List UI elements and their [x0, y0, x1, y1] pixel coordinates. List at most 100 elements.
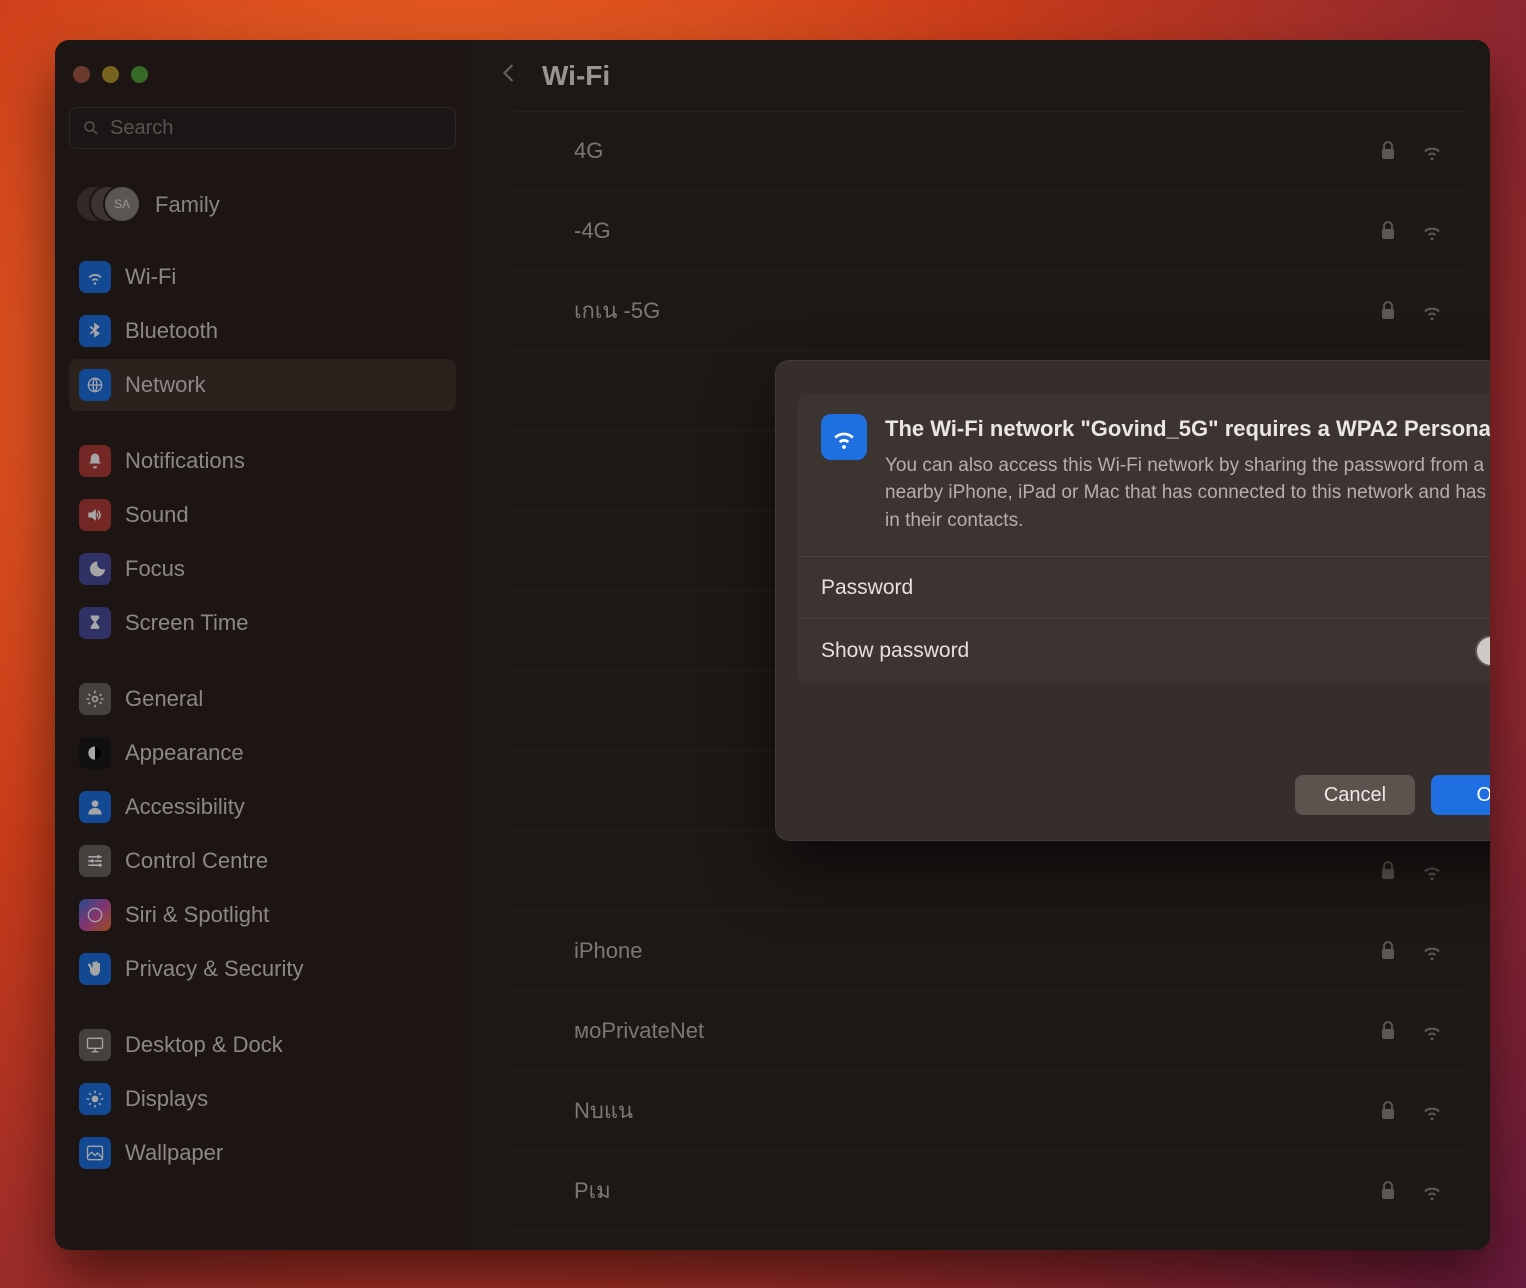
wifi-signal-icon — [1420, 1019, 1444, 1043]
globe-icon — [79, 369, 111, 401]
network-row[interactable]: Nบแน — [514, 1071, 1466, 1151]
wifi-signal-icon — [1420, 1099, 1444, 1123]
sidebar-item-accessibility[interactable]: Accessibility — [69, 781, 456, 833]
sidebar: SA Family Wi-Fi Bluetooth Network Notificat… — [55, 40, 470, 1250]
sidebar-item-label: Screen Time — [125, 610, 249, 636]
wifi-icon — [79, 261, 111, 293]
contrast-icon — [79, 737, 111, 769]
bell-icon — [79, 445, 111, 477]
show-password-toggle[interactable] — [1475, 635, 1490, 667]
network-row[interactable]: -4G — [514, 191, 1466, 271]
back-button[interactable] — [494, 58, 524, 93]
lock-icon — [1376, 1099, 1400, 1123]
hourglass-icon — [79, 607, 111, 639]
wifi-signal-icon — [1420, 219, 1444, 243]
network-row[interactable]: мoPrivateNet — [514, 991, 1466, 1071]
network-name: 4G — [574, 138, 1356, 164]
password-input[interactable] — [981, 576, 1490, 600]
window-controls — [69, 60, 456, 107]
brightness-icon — [79, 1083, 111, 1115]
search-input[interactable] — [110, 117, 443, 140]
sidebar-item-label: Sound — [125, 502, 189, 528]
wifi-signal-icon — [1420, 939, 1444, 963]
sidebar-item-desktop-dock[interactable]: Desktop & Dock — [69, 1019, 456, 1071]
sidebar-item-general[interactable]: General — [69, 673, 456, 725]
lock-icon — [1376, 139, 1400, 163]
show-password-label: Show password — [821, 639, 969, 663]
ok-button[interactable]: OK — [1431, 775, 1490, 815]
network-row[interactable]: เกเน -5G — [514, 271, 1466, 351]
sidebar-item-focus[interactable]: Focus — [69, 543, 456, 595]
dialog-body: You can also access this Wi-Fi network b… — [885, 452, 1490, 535]
sidebar-item-notifications[interactable]: Notifications — [69, 435, 456, 487]
sidebar-item-label: General — [125, 686, 203, 712]
sidebar-item-label: Appearance — [125, 740, 244, 766]
person-icon — [79, 791, 111, 823]
sidebar-item-label: Notifications — [125, 448, 245, 474]
gear-icon — [79, 683, 111, 715]
network-name: เกเน -5G — [574, 293, 1356, 328]
network-row[interactable]: 4G — [514, 111, 1466, 191]
search-icon — [82, 119, 100, 137]
main-panel: Wi-Fi 4G -4G เกเน -5G iPhone мoPrivateNet Nบแ… — [470, 40, 1490, 1250]
lock-icon — [1376, 219, 1400, 243]
avatar-stack: SA — [75, 185, 139, 225]
system-settings-window: SA Family Wi-Fi Bluetooth Network Notificat… — [55, 40, 1490, 1250]
sidebar-item-bluetooth[interactable]: Bluetooth — [69, 305, 456, 357]
sidebar-item-network[interactable]: Network — [69, 359, 456, 411]
sidebar-item-siri-spotlight[interactable]: Siri & Spotlight — [69, 889, 456, 941]
lock-icon — [1376, 299, 1400, 323]
sidebar-item-label: Siri & Spotlight — [125, 902, 269, 928]
wifi-signal-icon — [1420, 299, 1444, 323]
sidebar-item-label: Wi-Fi — [125, 264, 176, 290]
sidebar-item-wi-fi[interactable]: Wi-Fi — [69, 251, 456, 303]
show-password-row: Show password — [797, 618, 1490, 683]
sidebar-item-label: Desktop & Dock — [125, 1032, 283, 1058]
network-row[interactable] — [514, 831, 1466, 911]
siri-icon — [79, 899, 111, 931]
main-header: Wi-Fi — [470, 40, 1490, 103]
sidebar-item-label: Bluetooth — [125, 318, 218, 344]
sidebar-item-privacy-security[interactable]: Privacy & Security — [69, 943, 456, 995]
password-row[interactable]: Password — [797, 556, 1490, 618]
bluetooth-icon — [79, 315, 111, 347]
network-name: Nบแน — [574, 1093, 1356, 1128]
cancel-button[interactable]: Cancel — [1295, 775, 1415, 815]
wifi-icon — [821, 414, 867, 460]
sidebar-item-label: Wallpaper — [125, 1140, 223, 1166]
zoom-window[interactable] — [131, 66, 148, 83]
sidebar-item-control-centre[interactable]: Control Centre — [69, 835, 456, 887]
dialog-title: The Wi-Fi network "Govind_5G" requires a… — [885, 414, 1490, 444]
avatar: SA — [103, 185, 141, 223]
wifi-signal-icon — [1420, 1179, 1444, 1203]
lock-icon — [1376, 1019, 1400, 1043]
network-name: мoPrivateNet — [574, 1018, 1356, 1044]
search-field[interactable] — [69, 107, 456, 149]
sidebar-item-label: Displays — [125, 1086, 208, 1112]
network-row[interactable]: Pเม — [514, 1151, 1466, 1231]
sidebar-item-label: Focus — [125, 556, 185, 582]
lock-icon — [1376, 1179, 1400, 1203]
sidebar-item-appearance[interactable]: Appearance — [69, 727, 456, 779]
moon-icon — [79, 553, 111, 585]
sidebar-item-sound[interactable]: Sound — [69, 489, 456, 541]
sidebar-item-screen-time[interactable]: Screen Time — [69, 597, 456, 649]
lock-icon — [1376, 939, 1400, 963]
hand-icon — [79, 953, 111, 985]
sidebar-item-displays[interactable]: Displays — [69, 1073, 456, 1125]
network-name: iPhone — [574, 938, 1356, 964]
wifi-password-dialog: The Wi-Fi network "Govind_5G" requires a… — [775, 360, 1490, 841]
sliders-icon — [79, 845, 111, 877]
close-window[interactable] — [73, 66, 90, 83]
password-label: Password — [821, 576, 981, 600]
network-name: -4G — [574, 218, 1356, 244]
wifi-signal-icon — [1420, 859, 1444, 883]
lock-icon — [1376, 859, 1400, 883]
wifi-signal-icon — [1420, 139, 1444, 163]
account-label: Family — [155, 192, 220, 218]
sidebar-item-wallpaper[interactable]: Wallpaper — [69, 1127, 456, 1179]
wallpaper-icon — [79, 1137, 111, 1169]
network-row[interactable]: iPhone — [514, 911, 1466, 991]
minimize-window[interactable] — [102, 66, 119, 83]
account-row[interactable]: SA Family — [69, 177, 456, 251]
